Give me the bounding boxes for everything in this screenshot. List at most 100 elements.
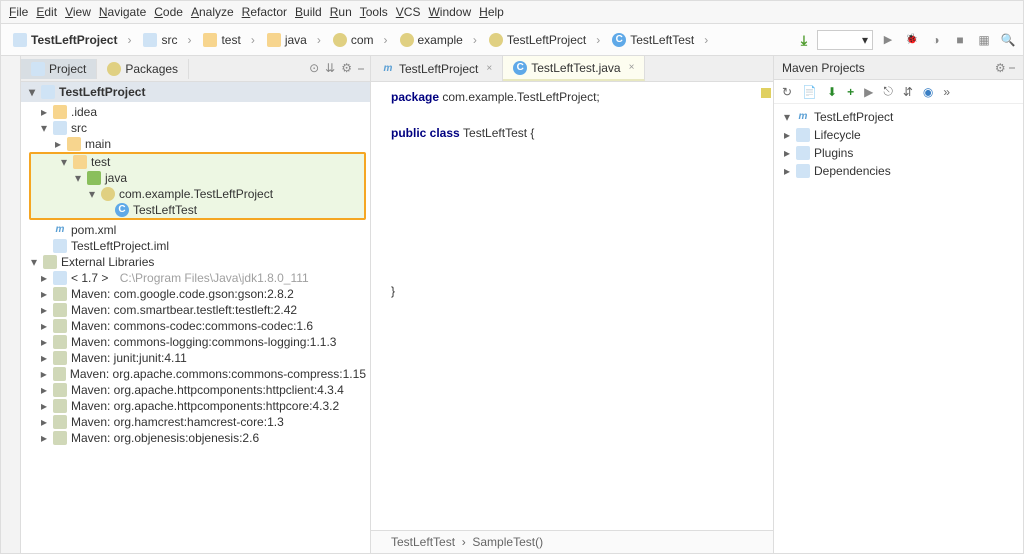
tree-src[interactable]: ▾src: [25, 120, 370, 136]
maven-icon: m: [796, 110, 810, 124]
lib-icon: [53, 367, 66, 381]
debug-button[interactable]: 🐞: [903, 31, 921, 49]
editor-area: mTestLeftProject× CTestLeftTest.java× pa…: [371, 56, 773, 553]
tree-main[interactable]: ▸main: [25, 136, 370, 152]
warning-marker[interactable]: [761, 88, 771, 98]
folder-icon: [67, 137, 81, 151]
menu-window[interactable]: Window: [428, 5, 471, 19]
maven-root[interactable]: ▾mTestLeftProject: [778, 108, 1019, 126]
settings-icon[interactable]: ⚙: [995, 61, 1006, 75]
generate-sources-icon[interactable]: 📄: [802, 85, 817, 99]
lib-icon: [53, 335, 67, 349]
maven-deps[interactable]: ▸Dependencies: [778, 162, 1019, 180]
tree-java[interactable]: ▾java: [31, 170, 364, 186]
maven-plugins[interactable]: ▸Plugins: [778, 144, 1019, 162]
menu-help[interactable]: Help: [479, 5, 504, 19]
menu-file[interactable]: File: [9, 5, 28, 19]
jdk-icon: [53, 271, 67, 285]
stop-button[interactable]: ■: [951, 31, 969, 49]
deps-icon: [796, 164, 810, 178]
lib-icon: [53, 415, 67, 429]
tree-idea[interactable]: ▸.idea: [25, 104, 370, 120]
lib-icon: [53, 383, 67, 397]
menu-run[interactable]: Run: [330, 5, 352, 19]
menu-tools[interactable]: Tools: [360, 5, 388, 19]
search-button[interactable]: 🔍: [999, 31, 1017, 49]
add-icon[interactable]: +: [847, 85, 854, 99]
menu-build[interactable]: Build: [295, 5, 322, 19]
menu-edit[interactable]: Edit: [36, 5, 57, 19]
hide-icon[interactable]: ⎯: [358, 61, 364, 76]
libraries-icon: [43, 255, 57, 269]
menu-bar: File Edit View Navigate Code Analyze Ref…: [1, 1, 1023, 24]
scroll-from-source-icon[interactable]: ⊙: [309, 61, 319, 76]
layout-button[interactable]: ▦: [975, 31, 993, 49]
crumb-test[interactable]: test: [197, 31, 260, 49]
crumb-src[interactable]: src: [137, 31, 197, 49]
menu-analyze[interactable]: Analyze: [191, 5, 234, 19]
reimport-icon[interactable]: ↻: [782, 85, 792, 99]
build-icon[interactable]: ⤓: [797, 33, 811, 47]
tree-iml[interactable]: TestLeftProject.iml: [25, 238, 370, 254]
crumb-project[interactable]: TestLeftProject: [7, 31, 137, 49]
folder-icon: [267, 33, 281, 47]
maven-icon: m: [53, 223, 67, 237]
editor-tab-class[interactable]: CTestLeftTest.java×: [503, 56, 645, 81]
package-icon: [489, 33, 503, 47]
menu-view[interactable]: View: [65, 5, 91, 19]
menu-refactor[interactable]: Refactor: [242, 5, 287, 19]
close-icon[interactable]: ×: [629, 62, 635, 73]
tree-lib[interactable]: ▸Maven: commons-codec:commons-codec:1.6: [25, 318, 370, 334]
download-icon[interactable]: ⬇: [827, 85, 837, 99]
project-root[interactable]: ▾TestLeftProject: [21, 82, 370, 102]
tree-lib[interactable]: ▸Maven: com.smartbear.testleft:testleft:…: [25, 302, 370, 318]
folder-icon: [143, 33, 157, 47]
run-button[interactable]: ▶: [879, 31, 897, 49]
class-icon: C: [513, 61, 527, 75]
tab-project[interactable]: Project: [21, 59, 97, 79]
tree-lib[interactable]: ▸Maven: commons-logging:commons-logging:…: [25, 334, 370, 350]
tab-packages[interactable]: Packages: [97, 59, 189, 79]
editor-tab-pom[interactable]: mTestLeftProject×: [371, 56, 503, 81]
run-icon[interactable]: ▶: [864, 85, 873, 99]
execute-icon[interactable]: ⎋: [883, 84, 893, 99]
toggle-offline-icon[interactable]: ⇵: [903, 85, 913, 99]
show-deps-icon[interactable]: ◉: [923, 85, 933, 99]
crumb-class[interactable]: CTestLeftTest: [606, 31, 714, 49]
tree-class[interactable]: CTestLeftTest: [31, 202, 364, 218]
folder-icon: [53, 105, 67, 119]
lib-icon: [53, 351, 67, 365]
tree-lib[interactable]: ▸Maven: com.google.code.gson:gson:2.8.2: [25, 286, 370, 302]
menu-navigate[interactable]: Navigate: [99, 5, 146, 19]
menu-vcs[interactable]: VCS: [396, 5, 421, 19]
collapse-icon[interactable]: »: [943, 85, 950, 99]
crumb-example[interactable]: example: [394, 31, 483, 49]
coverage-button[interactable]: ◑: [927, 31, 945, 49]
tree-lib[interactable]: ▸Maven: org.hamcrest:hamcrest-core:1.3: [25, 414, 370, 430]
tree-lib[interactable]: ▸Maven: org.apache.httpcomponents:httpcl…: [25, 382, 370, 398]
structure-breadcrumb[interactable]: TestLeftTest › SampleTest(): [371, 530, 773, 553]
crumb-pkg[interactable]: TestLeftProject: [483, 31, 606, 49]
tree-pom[interactable]: mpom.xml: [25, 222, 370, 238]
maven-lifecycle[interactable]: ▸Lifecycle: [778, 126, 1019, 144]
tree-package[interactable]: ▾com.example.TestLeftProject: [31, 186, 364, 202]
class-icon: C: [612, 33, 626, 47]
tree-lib[interactable]: ▸Maven: org.objenesis:objenesis:2.6: [25, 430, 370, 446]
tree-lib[interactable]: ▸Maven: junit:junit:4.11: [25, 350, 370, 366]
crumb-com[interactable]: com: [327, 31, 394, 49]
crumb-java[interactable]: java: [261, 31, 327, 49]
collapse-all-icon[interactable]: ⇊: [325, 61, 335, 76]
class-icon: C: [115, 203, 129, 217]
tree-test[interactable]: ▾test: [31, 154, 364, 170]
tree-jdk[interactable]: ▸< 1.7 > C:\Program Files\Java\jdk1.8.0_…: [25, 270, 370, 286]
folder-icon: [203, 33, 217, 47]
hide-icon[interactable]: ⎯: [1009, 60, 1015, 75]
menu-code[interactable]: Code: [154, 5, 183, 19]
settings-icon[interactable]: ⚙: [341, 61, 352, 76]
code-editor[interactable]: package com.example.TestLeftProject; pub…: [371, 82, 773, 530]
close-icon[interactable]: ×: [486, 63, 492, 74]
tree-external-libs[interactable]: ▾External Libraries: [25, 254, 370, 270]
tree-lib[interactable]: ▸Maven: org.apache.httpcomponents:httpco…: [25, 398, 370, 414]
tree-lib[interactable]: ▸Maven: org.apache.commons:commons-compr…: [25, 366, 370, 382]
run-config-dropdown[interactable]: ▾: [817, 30, 873, 50]
